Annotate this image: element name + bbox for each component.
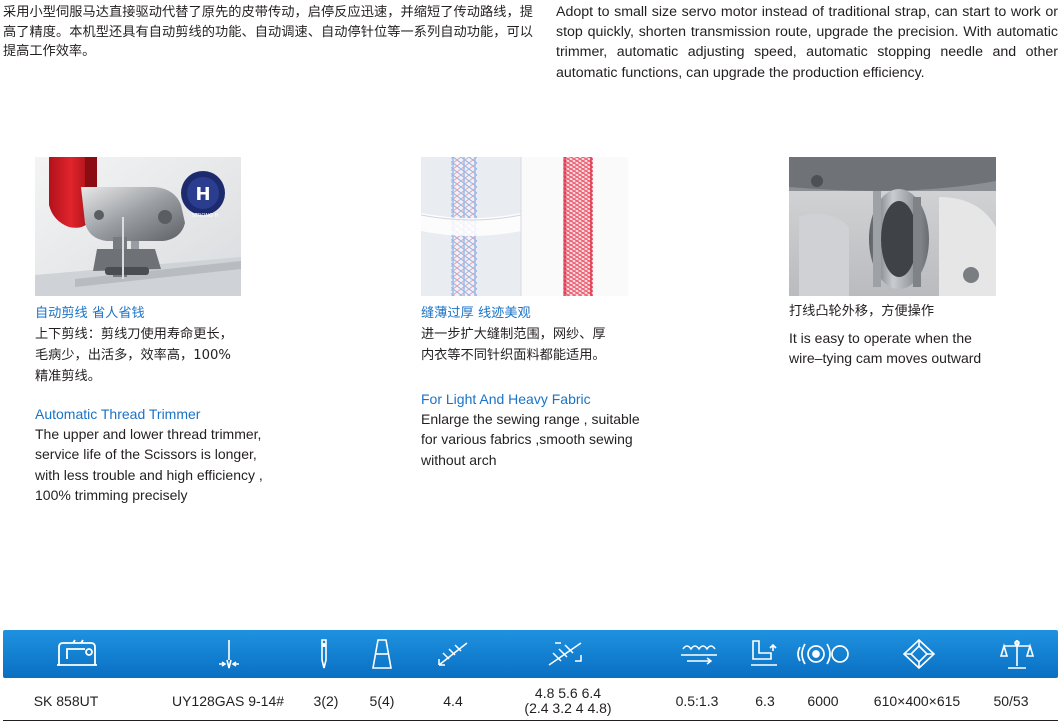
thread-cone-icon bbox=[367, 638, 397, 670]
weight-icon bbox=[997, 638, 1037, 670]
spec-header-bar bbox=[3, 630, 1058, 678]
fabric-stitch-photo bbox=[421, 157, 628, 296]
thread-trimmer-photo: H STRONG H bbox=[35, 157, 241, 296]
presser-lift-value: 6.3 bbox=[755, 693, 775, 709]
feature-line: It is easy to operate when the bbox=[789, 330, 972, 346]
differential-ratio-value: 0.5:1.3 bbox=[675, 693, 719, 709]
machine-logo: H bbox=[195, 184, 210, 205]
feature-line: Enlarge the sewing range , suitable bbox=[421, 411, 640, 427]
spec-table-row: SK 858UT UY128GAS 9-14# 3(2) 5(4) 4.4 4.… bbox=[3, 681, 1058, 721]
sewing-machine-icon bbox=[53, 638, 101, 670]
thread-cam-photo bbox=[789, 157, 996, 296]
feature-line: 进一步扩大缝制范围，网纱、厚 bbox=[421, 327, 606, 342]
feature-thread-cam: 打线凸轮外移，方便操作 It is easy to operate when t… bbox=[789, 302, 1049, 369]
feature-light-heavy-fabric: 缝薄过厚 线迹美观 进一步扩大缝制范围，网纱、厚 内衣等不同针织面料都能适用。 … bbox=[421, 304, 681, 470]
feature-desc-en: It is easy to operate when the wire–tyin… bbox=[789, 328, 1049, 369]
feature-desc-cn: 上下剪线：剪线刀使用寿命更长， 毛病少，出活多，效率高，100% 精准剪线。 bbox=[35, 324, 285, 387]
feature-desc-cn: 进一步扩大缝制范围，网纱、厚 内衣等不同针织面料都能适用。 bbox=[421, 324, 681, 366]
needle-system-icon bbox=[211, 638, 247, 670]
dimensions-value: 610×400×615 bbox=[873, 693, 961, 709]
feature-line: 精准剪线。 bbox=[35, 369, 101, 384]
feature-desc-cn: 打线凸轮外移，方便操作 bbox=[789, 304, 935, 319]
needles-value: 3(2) bbox=[313, 693, 339, 709]
speed-value: 6000 bbox=[807, 693, 839, 709]
feature-line: 上下剪线：剪线刀使用寿命更长， bbox=[35, 327, 233, 342]
feature-desc-en: The upper and lower thread trimmer, serv… bbox=[35, 424, 285, 505]
feature-title-en: For Light And Heavy Fabric bbox=[421, 391, 591, 407]
feature-line: service life of the Scissors is longer, bbox=[35, 446, 257, 463]
feature-line: wire–tying cam moves outward bbox=[789, 350, 982, 367]
machine-brand-text: STRONG H bbox=[192, 213, 219, 219]
feature-line: with less trouble and high efficiency , bbox=[35, 466, 263, 483]
differential-ratio-icon bbox=[677, 638, 721, 670]
intro-english: Adopt to small size servo motor instead … bbox=[556, 4, 1058, 81]
needle-gauge-line: (2.4 3.2 4 4.8) bbox=[524, 700, 612, 716]
feature-line: 100% trimming precisely bbox=[35, 486, 188, 503]
needle-gauge-value: 4.8 5.6 6.4 (2.4 3.2 4 4.8) bbox=[493, 681, 643, 721]
intro-chinese: 采用小型伺服马达直接驱动代替了原先的皮带传动，启停反应迅速，并缩短了传动路线，提… bbox=[3, 5, 533, 59]
feature-thread-trimmer: 自动剪线 省人省钱 上下剪线：剪线刀使用寿命更长， 毛病少，出活多，效率高，10… bbox=[35, 304, 285, 505]
needle-count-icon bbox=[309, 638, 339, 670]
weight-value: 50/53 bbox=[993, 693, 1029, 709]
feature-line: 毛病少，出活多，效率高，100% bbox=[35, 348, 231, 363]
feature-line: without arch bbox=[421, 451, 497, 468]
stitch-width-icon bbox=[543, 638, 587, 670]
model-name: SK 858UT bbox=[33, 693, 99, 709]
stitch-length-value: 4.4 bbox=[443, 693, 463, 709]
feature-line: 内衣等不同针织面料都能适用。 bbox=[421, 348, 606, 363]
stitch-length-icon bbox=[433, 638, 473, 670]
needle-system-value: UY128GAS 9-14# bbox=[171, 693, 285, 709]
feature-desc-en: Enlarge the sewing range , suitable for … bbox=[421, 409, 681, 470]
feature-title-cn: 自动剪线 省人省钱 bbox=[35, 306, 145, 321]
needle-gauge-line: 4.8 5.6 6.4 bbox=[534, 685, 602, 701]
feature-line: The upper and lower thread trimmer, bbox=[35, 426, 262, 442]
feature-title-en: Automatic Thread Trimmer bbox=[35, 406, 201, 422]
feature-title-cn: 缝薄过厚 线迹美观 bbox=[421, 306, 531, 321]
dimensions-icon bbox=[899, 638, 939, 670]
feature-line: for various fabrics ,smooth sewing bbox=[421, 431, 633, 448]
speed-icon bbox=[793, 638, 851, 670]
threads-value: 5(4) bbox=[369, 693, 395, 709]
presser-lift-icon bbox=[747, 638, 781, 670]
